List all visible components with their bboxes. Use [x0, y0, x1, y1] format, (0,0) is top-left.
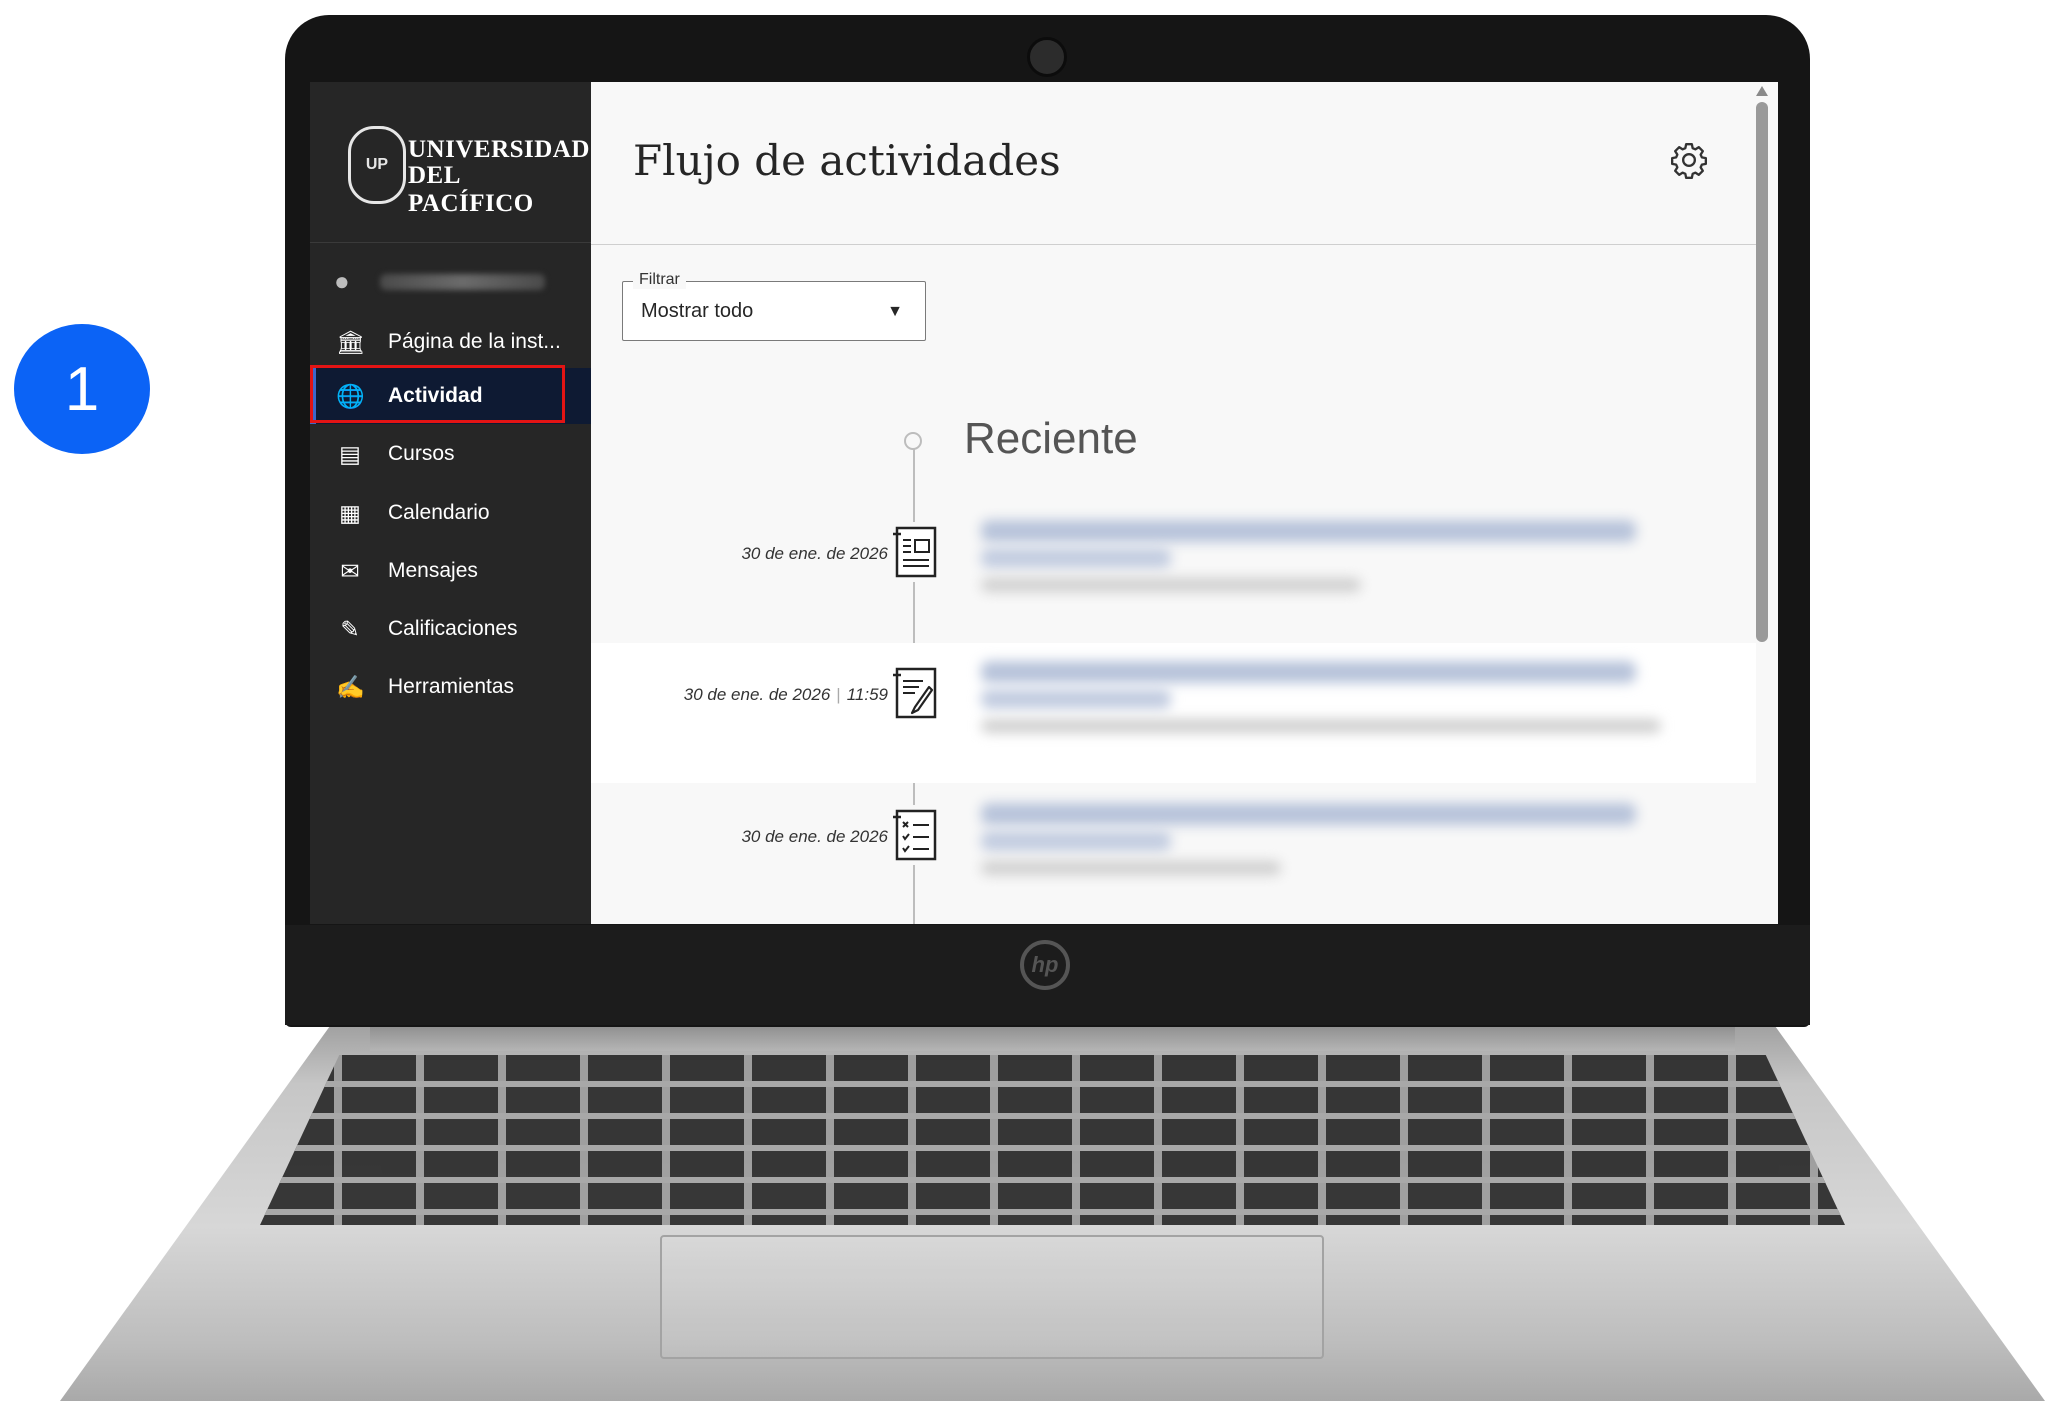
user-name-redacted — [380, 274, 545, 290]
checklist-icon — [889, 805, 941, 865]
university-logo[interactable]: UP UNIVERSIDAD DEL PACÍFICO — [310, 82, 591, 243]
tools-icon: ✍ — [336, 673, 365, 700]
item-date: 30 de ene. de 2026 — [741, 544, 888, 564]
user-icon: ● — [334, 266, 350, 296]
item-detail-redacted — [981, 719, 1661, 733]
envelope-icon: ✉ — [340, 557, 360, 584]
main-content: Flujo de actividades Filtrar Mostrar tod… — [591, 82, 1778, 924]
logo-line-1: UNIVERSIDAD — [408, 136, 590, 163]
scroll-up-arrow-icon[interactable] — [1756, 86, 1768, 96]
item-date-text: 30 de ene. de 2026 — [741, 827, 888, 846]
filter-select[interactable]: Filtrar Mostrar todo ▼ — [622, 271, 926, 341]
calendar-icon: ▦ — [339, 499, 361, 526]
sidebar-item-label: Calendario — [388, 501, 490, 524]
sidebar-item-calendar[interactable]: ▦ Calendario — [310, 485, 591, 541]
item-date: 30 de ene. de 2026 | 11:59 — [684, 685, 888, 705]
item-title-redacted — [981, 661, 1636, 683]
filter-legend: Filtrar — [633, 271, 686, 289]
sidebar-item-grades[interactable]: ✎ Calificaciones — [310, 601, 591, 657]
item-date-text: 30 de ene. de 2026 — [741, 544, 888, 563]
sidebar-item-label: Herramientas — [388, 675, 515, 698]
item-date: 30 de ene. de 2026 — [741, 827, 888, 847]
hp-logo-icon: hp — [1020, 940, 1070, 990]
stream-item[interactable]: 30 de ene. de 2026 — [591, 502, 1756, 642]
laptop-touchpad — [660, 1235, 1324, 1359]
sidebar-item-institution[interactable]: 🏛 Página de la inst... — [310, 314, 591, 370]
sidebar-item-label: Cursos — [388, 442, 455, 465]
sidebar-item-label: Página de la inst... — [388, 330, 561, 353]
webcam-icon — [1027, 37, 1067, 77]
institution-icon: 🏛 — [336, 328, 366, 355]
courses-icon: ▤ — [339, 440, 361, 467]
filter-value: Mostrar todo — [641, 300, 754, 322]
sidebar-item-tools[interactable]: ✍ Herramientas — [310, 659, 591, 715]
chevron-down-icon: ▼ — [887, 303, 903, 320]
item-subtitle-redacted — [981, 831, 1171, 851]
item-title-redacted — [981, 520, 1636, 542]
date-separator: | — [836, 685, 841, 704]
item-date-text: 30 de ene. de 2026 — [683, 685, 831, 704]
laptop-keyboard-rows — [260, 1055, 1845, 1225]
item-time-text: 11:59 — [846, 685, 888, 704]
sidebar-item-label: Mensajes — [388, 559, 478, 582]
stream-item[interactable]: 30 de ene. de 2026 — [591, 785, 1756, 924]
sidebar-item-courses[interactable]: ▤ Cursos — [310, 426, 591, 482]
user-profile[interactable]: ● — [310, 262, 591, 304]
step-badge: 1 — [14, 324, 150, 454]
item-subtitle-redacted — [981, 548, 1171, 568]
item-title-redacted — [981, 803, 1636, 825]
sidebar-item-label: Calificaciones — [388, 617, 518, 640]
timeline-dot — [904, 432, 922, 450]
sidebar: UP UNIVERSIDAD DEL PACÍFICO ● 🏛 Página d… — [310, 82, 591, 924]
university-seal-icon: UP — [348, 126, 406, 204]
logo-line-2: DEL PACÍFICO — [408, 162, 534, 217]
item-detail-redacted — [981, 861, 1281, 875]
highlight-box — [310, 365, 565, 423]
screen: UP UNIVERSIDAD DEL PACÍFICO ● 🏛 Página d… — [310, 82, 1778, 924]
announcement-icon — [889, 522, 941, 582]
sidebar-item-messages[interactable]: ✉ Mensajes — [310, 543, 591, 599]
page-title: Flujo de actividades — [633, 136, 1061, 185]
gear-icon[interactable] — [1669, 140, 1709, 180]
item-detail-redacted — [981, 578, 1361, 592]
item-subtitle-redacted — [981, 689, 1171, 709]
grades-icon: ✎ — [340, 615, 360, 642]
assignment-icon — [889, 663, 941, 723]
page-header: Flujo de actividades — [591, 82, 1756, 245]
stream-item[interactable]: 30 de ene. de 2026 | 11:59 — [591, 643, 1756, 783]
scrollbar[interactable] — [1756, 102, 1768, 642]
section-title: Reciente — [964, 414, 1138, 463]
